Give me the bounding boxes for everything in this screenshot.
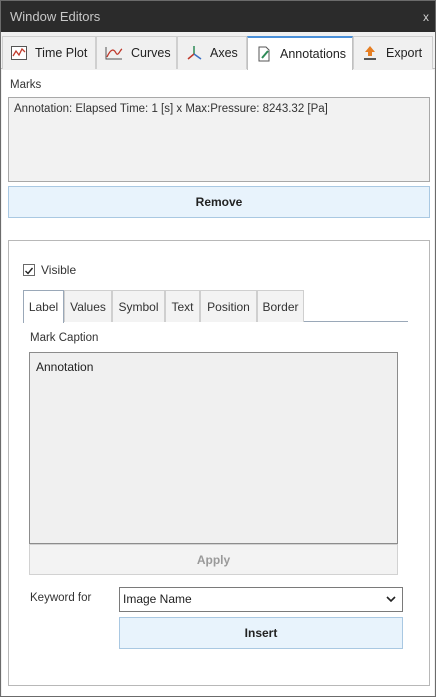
window-editors: Window Editors x Time Plot Curves Axes A… — [0, 0, 436, 697]
mark-caption-textarea[interactable]: Annotation — [29, 352, 398, 544]
insert-button[interactable]: Insert — [119, 617, 403, 649]
keyword-for-label: Keyword for — [30, 592, 92, 604]
tab-label: Annotations — [280, 47, 347, 61]
list-item[interactable]: Annotation: Elapsed Time: 1 [s] x Max:Pr… — [14, 103, 424, 115]
chevron-down-icon — [386, 596, 396, 603]
annotations-icon — [256, 46, 272, 62]
visible-checkbox[interactable] — [23, 264, 35, 276]
tab-annotations[interactable]: Annotations — [247, 36, 353, 70]
tab-label: Axes — [210, 46, 238, 60]
mark-editor-group: Visible Label Values Symbol Text Positio… — [8, 240, 430, 686]
tab-bar: Time Plot Curves Axes Annotations Export — [1, 32, 435, 70]
close-button[interactable]: x — [423, 10, 429, 24]
subtab-values[interactable]: Values — [64, 290, 112, 322]
mark-caption-label: Mark Caption — [30, 332, 99, 344]
keyword-select[interactable]: Image Name — [119, 587, 403, 612]
tab-export[interactable]: Export — [353, 36, 433, 69]
axes-icon — [186, 45, 202, 61]
tab-time-plot[interactable]: Time Plot — [2, 36, 96, 69]
tab-label: Export — [386, 46, 423, 60]
tab-axes[interactable]: Axes — [177, 36, 247, 69]
export-icon — [362, 45, 378, 61]
tab-label: Time Plot — [35, 46, 88, 60]
keyword-select-value: Image Name — [123, 592, 192, 606]
marks-label: Marks — [10, 79, 42, 91]
marks-list[interactable]: Annotation: Elapsed Time: 1 [s] x Max:Pr… — [8, 97, 430, 182]
annotations-panel: Marks Annotation: Elapsed Time: 1 [s] x … — [2, 70, 434, 696]
time-plot-icon — [11, 46, 27, 60]
subtab-position[interactable]: Position — [200, 290, 257, 322]
remove-button[interactable]: Remove — [8, 186, 430, 218]
tab-curves[interactable]: Curves — [96, 36, 177, 69]
apply-button[interactable]: Apply — [29, 544, 398, 575]
subtab-bar: Label Values Symbol Text Position Border — [23, 290, 408, 323]
subtab-text[interactable]: Text — [165, 290, 200, 322]
window-title: Window Editors — [10, 9, 101, 24]
subtab-label[interactable]: Label — [23, 290, 64, 323]
subtab-border[interactable]: Border — [257, 290, 304, 322]
curves-icon — [105, 46, 123, 60]
title-bar: Window Editors x — [1, 1, 435, 32]
tab-label: Curves — [131, 46, 171, 60]
visible-label: Visible — [41, 263, 77, 277]
subtab-symbol[interactable]: Symbol — [112, 290, 165, 322]
check-icon — [25, 267, 34, 275]
